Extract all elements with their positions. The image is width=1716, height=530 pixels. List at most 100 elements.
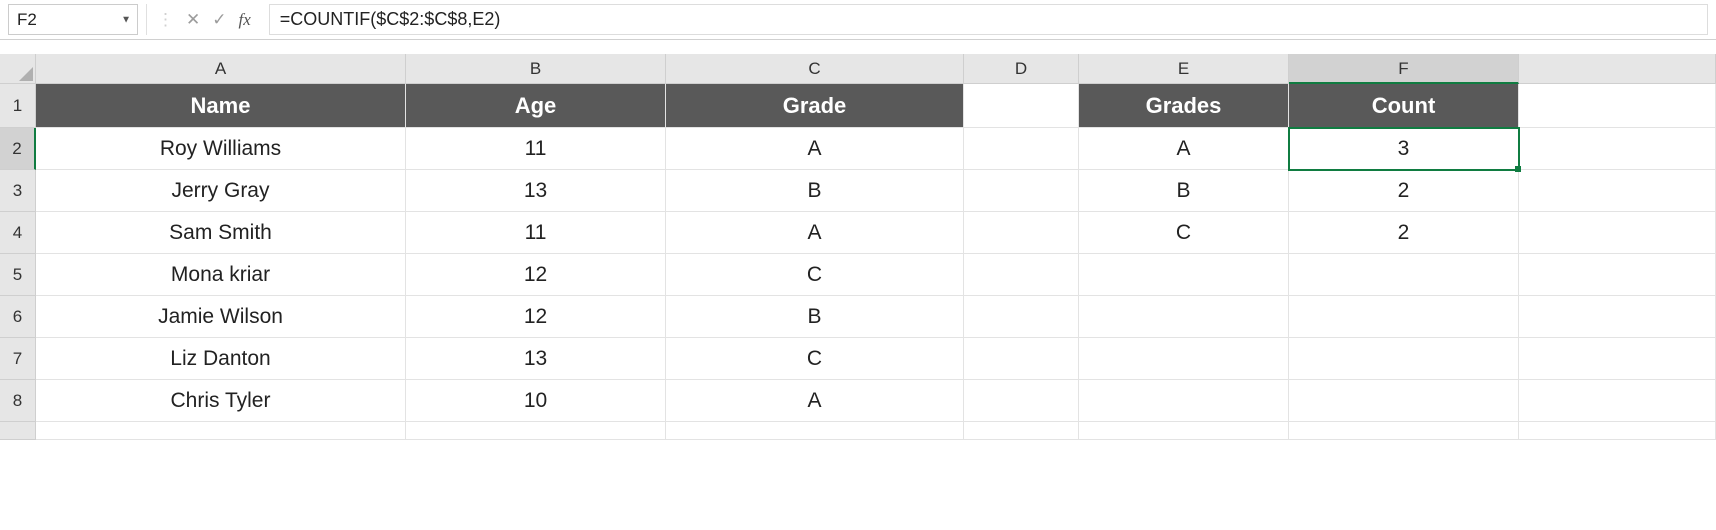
- grid: 1 Name Age Grade Grades Count 2 Roy Will…: [0, 84, 1716, 440]
- cell-A2[interactable]: Roy Williams: [36, 128, 406, 170]
- cell-F1[interactable]: Count: [1289, 84, 1519, 128]
- cell-A8[interactable]: Chris Tyler: [36, 380, 406, 422]
- cell-B8[interactable]: 10: [406, 380, 666, 422]
- cell-extra-5[interactable]: [1519, 254, 1716, 296]
- cell-F2[interactable]: 3: [1289, 128, 1519, 170]
- cell-E2[interactable]: A: [1079, 128, 1289, 170]
- row-7: 7 Liz Danton 13 C: [0, 338, 1716, 380]
- select-all-corner[interactable]: [0, 54, 36, 84]
- cell-A7[interactable]: Liz Danton: [36, 338, 406, 380]
- cell-extra-7[interactable]: [1519, 338, 1716, 380]
- cell-E4[interactable]: C: [1079, 212, 1289, 254]
- cell-B-extra[interactable]: [406, 422, 666, 440]
- cell-B7[interactable]: 13: [406, 338, 666, 380]
- row-header-5[interactable]: 5: [0, 254, 36, 296]
- cell-F3[interactable]: 2: [1289, 170, 1519, 212]
- row-5: 5 Mona kriar 12 C: [0, 254, 1716, 296]
- cell-C3[interactable]: B: [666, 170, 964, 212]
- cell-D2[interactable]: [964, 128, 1079, 170]
- fx-icon[interactable]: fx: [239, 10, 251, 30]
- cell-F7[interactable]: [1289, 338, 1519, 380]
- cell-F6[interactable]: [1289, 296, 1519, 338]
- cell-extra-2[interactable]: [1519, 128, 1716, 170]
- name-box[interactable]: F2 ▼: [8, 4, 138, 35]
- cell-E8[interactable]: [1079, 380, 1289, 422]
- row-4: 4 Sam Smith 11 A C 2: [0, 212, 1716, 254]
- cell-extra-extra[interactable]: [1519, 422, 1716, 440]
- cell-D6[interactable]: [964, 296, 1079, 338]
- cell-F5[interactable]: [1289, 254, 1519, 296]
- row-header-3[interactable]: 3: [0, 170, 36, 212]
- cell-F-extra[interactable]: [1289, 422, 1519, 440]
- cell-F4[interactable]: 2: [1289, 212, 1519, 254]
- cell-A-extra[interactable]: [36, 422, 406, 440]
- cell-extra-4[interactable]: [1519, 212, 1716, 254]
- cell-E6[interactable]: [1079, 296, 1289, 338]
- cell-C6[interactable]: B: [666, 296, 964, 338]
- cell-B4[interactable]: 11: [406, 212, 666, 254]
- cell-E3[interactable]: B: [1079, 170, 1289, 212]
- formula-input[interactable]: =COUNTIF($C$2:$C$8,E2): [269, 4, 1708, 35]
- name-box-dropdown-icon[interactable]: ▼: [121, 14, 131, 25]
- cell-F8[interactable]: [1289, 380, 1519, 422]
- col-header-B[interactable]: B: [406, 54, 666, 84]
- cancel-icon[interactable]: ✕: [186, 10, 200, 30]
- formula-text: =COUNTIF($C$2:$C$8,E2): [280, 9, 501, 30]
- cell-B2[interactable]: 11: [406, 128, 666, 170]
- row-extra: [0, 422, 1716, 440]
- cell-D1[interactable]: [964, 84, 1079, 128]
- cell-A4[interactable]: Sam Smith: [36, 212, 406, 254]
- row-header-2[interactable]: 2: [0, 128, 36, 170]
- cell-D7[interactable]: [964, 338, 1079, 380]
- row-header-6[interactable]: 6: [0, 296, 36, 338]
- row-6: 6 Jamie Wilson 12 B: [0, 296, 1716, 338]
- cell-C2[interactable]: A: [666, 128, 964, 170]
- cell-B1[interactable]: Age: [406, 84, 666, 128]
- cell-B6[interactable]: 12: [406, 296, 666, 338]
- row-header-7[interactable]: 7: [0, 338, 36, 380]
- row-3: 3 Jerry Gray 13 B B 2: [0, 170, 1716, 212]
- col-header-C[interactable]: C: [666, 54, 964, 84]
- cell-extra-6[interactable]: [1519, 296, 1716, 338]
- cell-E1[interactable]: Grades: [1079, 84, 1289, 128]
- separator-icon: ⋮: [157, 10, 174, 30]
- cell-D5[interactable]: [964, 254, 1079, 296]
- cell-A1[interactable]: Name: [36, 84, 406, 128]
- cell-C1[interactable]: Grade: [666, 84, 964, 128]
- cell-C8[interactable]: A: [666, 380, 964, 422]
- cell-extra-1[interactable]: [1519, 84, 1716, 128]
- col-header-D[interactable]: D: [964, 54, 1079, 84]
- cell-D3[interactable]: [964, 170, 1079, 212]
- cell-D-extra[interactable]: [964, 422, 1079, 440]
- row-header-4[interactable]: 4: [0, 212, 36, 254]
- cell-E5[interactable]: [1079, 254, 1289, 296]
- cell-A6[interactable]: Jamie Wilson: [36, 296, 406, 338]
- cell-D4[interactable]: [964, 212, 1079, 254]
- cell-extra-8[interactable]: [1519, 380, 1716, 422]
- row-header-8[interactable]: 8: [0, 380, 36, 422]
- cell-B3[interactable]: 13: [406, 170, 666, 212]
- cell-C5[interactable]: C: [666, 254, 964, 296]
- formula-bar: F2 ▼ ⋮ ✕ ✓ fx =COUNTIF($C$2:$C$8,E2): [0, 0, 1716, 40]
- cell-B5[interactable]: 12: [406, 254, 666, 296]
- cell-E-extra[interactable]: [1079, 422, 1289, 440]
- cell-C4[interactable]: A: [666, 212, 964, 254]
- col-header-E[interactable]: E: [1079, 54, 1289, 84]
- row-2: 2 Roy Williams 11 A A 3: [0, 128, 1716, 170]
- cell-D8[interactable]: [964, 380, 1079, 422]
- cell-extra-3[interactable]: [1519, 170, 1716, 212]
- col-header-A[interactable]: A: [36, 54, 406, 84]
- row-header-extra[interactable]: [0, 422, 36, 440]
- cell-C7[interactable]: C: [666, 338, 964, 380]
- cell-C-extra[interactable]: [666, 422, 964, 440]
- cell-A3[interactable]: Jerry Gray: [36, 170, 406, 212]
- formula-controls: ⋮ ✕ ✓ fx: [146, 4, 261, 35]
- row-header-1[interactable]: 1: [0, 84, 36, 128]
- enter-icon[interactable]: ✓: [212, 10, 226, 30]
- name-box-value: F2: [17, 10, 37, 30]
- col-header-extra[interactable]: [1519, 54, 1716, 84]
- cell-E7[interactable]: [1079, 338, 1289, 380]
- column-header-row: A B C D E F: [0, 54, 1716, 84]
- col-header-F[interactable]: F: [1289, 54, 1519, 84]
- cell-A5[interactable]: Mona kriar: [36, 254, 406, 296]
